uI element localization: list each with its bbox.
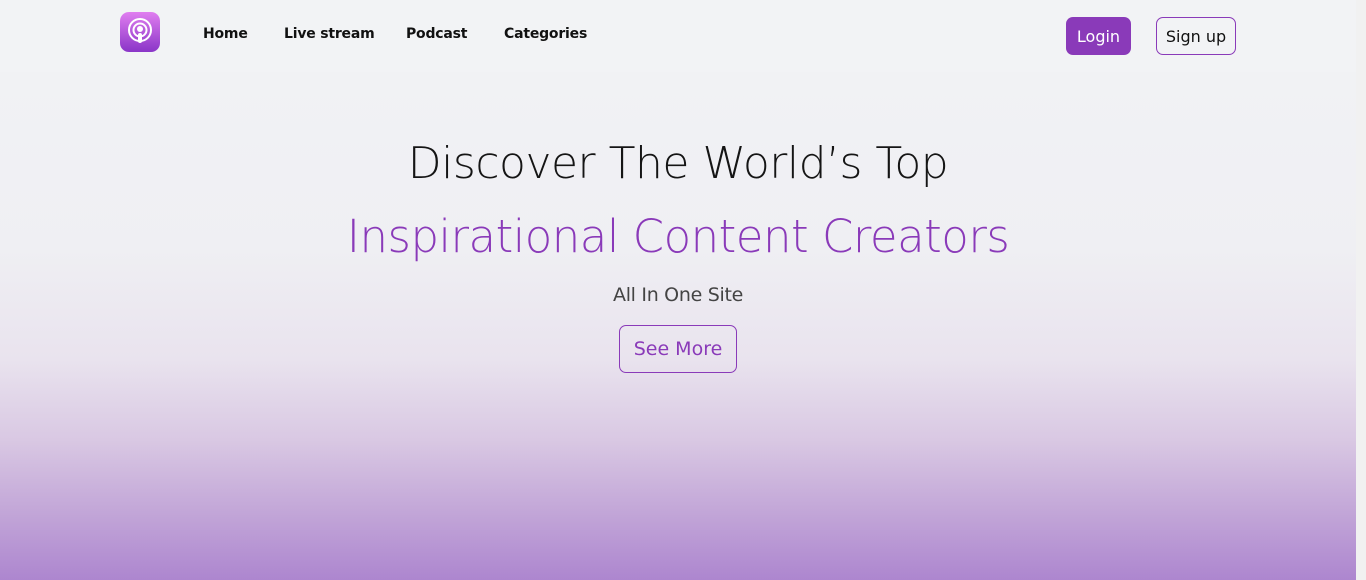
hero-highlight: Inspirational Content Creators (346, 210, 1010, 263)
hero-subtitle: All In One Site (613, 284, 743, 306)
nav-live-stream[interactable]: Live stream (284, 26, 375, 42)
scrollbar[interactable] (1356, 0, 1366, 580)
hero-title: Discover The World’s Top (407, 138, 949, 189)
page-background: Home Live stream Podcast Categories Logi… (0, 0, 1356, 580)
login-button[interactable]: Login (1066, 17, 1131, 55)
signup-button[interactable]: Sign up (1156, 17, 1236, 55)
nav-podcast[interactable]: Podcast (406, 26, 467, 42)
site-header: Home Live stream Podcast Categories Logi… (0, 0, 1356, 72)
see-more-button[interactable]: See More (619, 325, 737, 373)
podcast-icon[interactable] (120, 12, 160, 52)
nav-categories[interactable]: Categories (504, 26, 587, 42)
nav-home[interactable]: Home (203, 26, 248, 42)
